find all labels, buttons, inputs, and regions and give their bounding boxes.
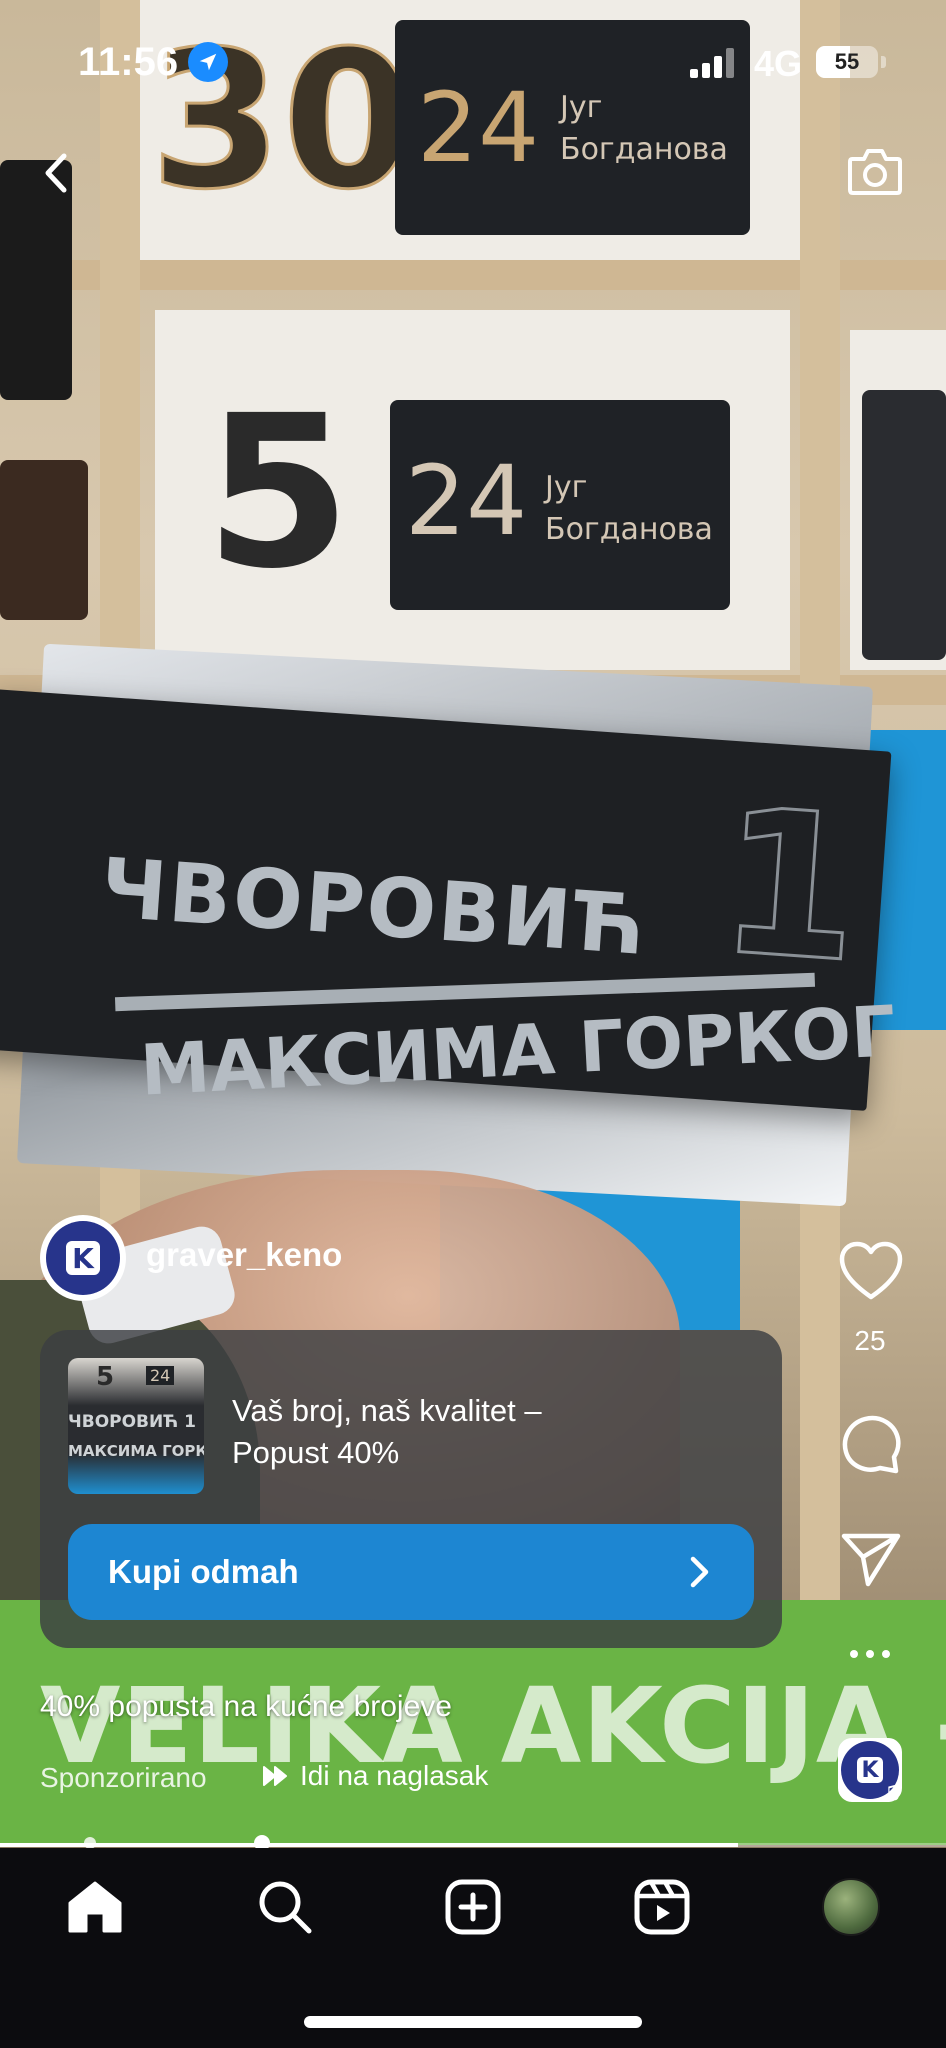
highlight-label: Idi na naglasak bbox=[300, 1760, 489, 1791]
sponsored-label: Sponzorirano bbox=[40, 1762, 207, 1793]
battery-tip bbox=[881, 56, 886, 68]
reels-icon bbox=[634, 1879, 690, 1935]
back-button[interactable] bbox=[36, 148, 76, 198]
more-horizontal-icon bbox=[850, 1650, 858, 1658]
ad-thumb-sign: 24 bbox=[146, 1366, 175, 1385]
avatar-logo: K bbox=[46, 1221, 120, 1295]
wall-sign-number: 24 bbox=[405, 445, 528, 557]
chevron-right-icon bbox=[690, 1556, 709, 1588]
skip-forward-icon bbox=[263, 1766, 287, 1786]
ad-thumb-number: 5 bbox=[96, 1362, 115, 1392]
battery-icon: 55 bbox=[816, 46, 878, 78]
camera-icon bbox=[848, 149, 902, 195]
create-icon bbox=[445, 1879, 501, 1935]
location-arrow-icon bbox=[188, 42, 228, 82]
like-count[interactable]: 25 bbox=[830, 1325, 910, 1357]
ad-thumb-line2: МАКСИМА ГОРКОГ bbox=[68, 1442, 204, 1460]
wall-sign-line1: Југ bbox=[545, 470, 588, 505]
highlight-link[interactable]: Idi na naglasak bbox=[262, 1760, 488, 1792]
more-options-button[interactable] bbox=[850, 1650, 894, 1662]
status-bar: 11:56 4G 55 bbox=[0, 0, 946, 120]
account-username[interactable]: graver_keno bbox=[146, 1236, 342, 1274]
wall-number-5: 5 bbox=[205, 370, 352, 615]
comment-icon bbox=[842, 1415, 901, 1474]
share-button[interactable] bbox=[836, 1524, 906, 1594]
ad-title: Vaš broj, naš kvalitet – Popust 40% bbox=[232, 1390, 752, 1474]
wall-sign-left-bottom bbox=[0, 460, 88, 620]
chevron-left-icon bbox=[45, 153, 67, 193]
ad-title-line1: Vaš broj, naš kvalitet – bbox=[232, 1393, 542, 1428]
search-icon bbox=[259, 1881, 312, 1934]
ad-thumb-line1: ЧВОРОВИЋ 1 bbox=[68, 1412, 196, 1432]
cta-button[interactable]: Kupi odmah bbox=[68, 1524, 754, 1620]
send-icon bbox=[841, 1533, 901, 1587]
post-caption[interactable]: 40% popusta na kućne brojeve bbox=[40, 1690, 452, 1724]
wall-sign-line2: Богданова bbox=[560, 132, 728, 167]
cta-label: Kupi odmah bbox=[108, 1553, 299, 1590]
nav-profile[interactable] bbox=[816, 1872, 886, 1942]
account-avatar[interactable]: K bbox=[40, 1215, 126, 1301]
profile-icon bbox=[822, 1878, 880, 1936]
cellular-signal-icon bbox=[690, 48, 736, 78]
nav-home[interactable] bbox=[60, 1872, 130, 1942]
network-type: 4G bbox=[754, 43, 803, 84]
nav-reels[interactable] bbox=[627, 1872, 697, 1942]
battery-percent: 55 bbox=[834, 49, 860, 74]
home-indicator bbox=[304, 2016, 642, 2028]
avatar-letter: K bbox=[66, 1241, 100, 1275]
ad-card[interactable]: 5 24 ЧВОРОВИЋ 1 МАКСИМА ГОРКОГ Vaš broj,… bbox=[40, 1330, 782, 1648]
more-horizontal-icon bbox=[882, 1650, 890, 1658]
home-icon bbox=[68, 1881, 122, 1933]
nav-search[interactable] bbox=[250, 1872, 320, 1942]
camera-button[interactable] bbox=[846, 145, 904, 197]
held-sign-number: 1 bbox=[711, 764, 869, 1009]
ad-thumbnail[interactable]: 5 24 ЧВОРОВИЋ 1 МАКСИМА ГОРКОГ bbox=[68, 1358, 204, 1494]
status-time: 11:56 bbox=[78, 40, 179, 84]
wall-sign-line2: Богданова bbox=[545, 512, 713, 547]
comment-button[interactable] bbox=[836, 1408, 906, 1478]
music-note-icon: ♫ bbox=[880, 1775, 903, 1808]
wall-sign-middle: 24 Југ Богданова bbox=[390, 400, 730, 610]
more-horizontal-icon bbox=[866, 1650, 874, 1658]
video-progress-bar[interactable] bbox=[0, 1843, 946, 1847]
ad-title-line2: Popust 40% bbox=[232, 1435, 400, 1470]
heart-icon bbox=[839, 1241, 903, 1300]
nav-create[interactable] bbox=[438, 1872, 508, 1942]
like-button[interactable] bbox=[836, 1236, 906, 1306]
video-progress-fill bbox=[0, 1843, 738, 1847]
wall-sign-right bbox=[862, 390, 946, 660]
